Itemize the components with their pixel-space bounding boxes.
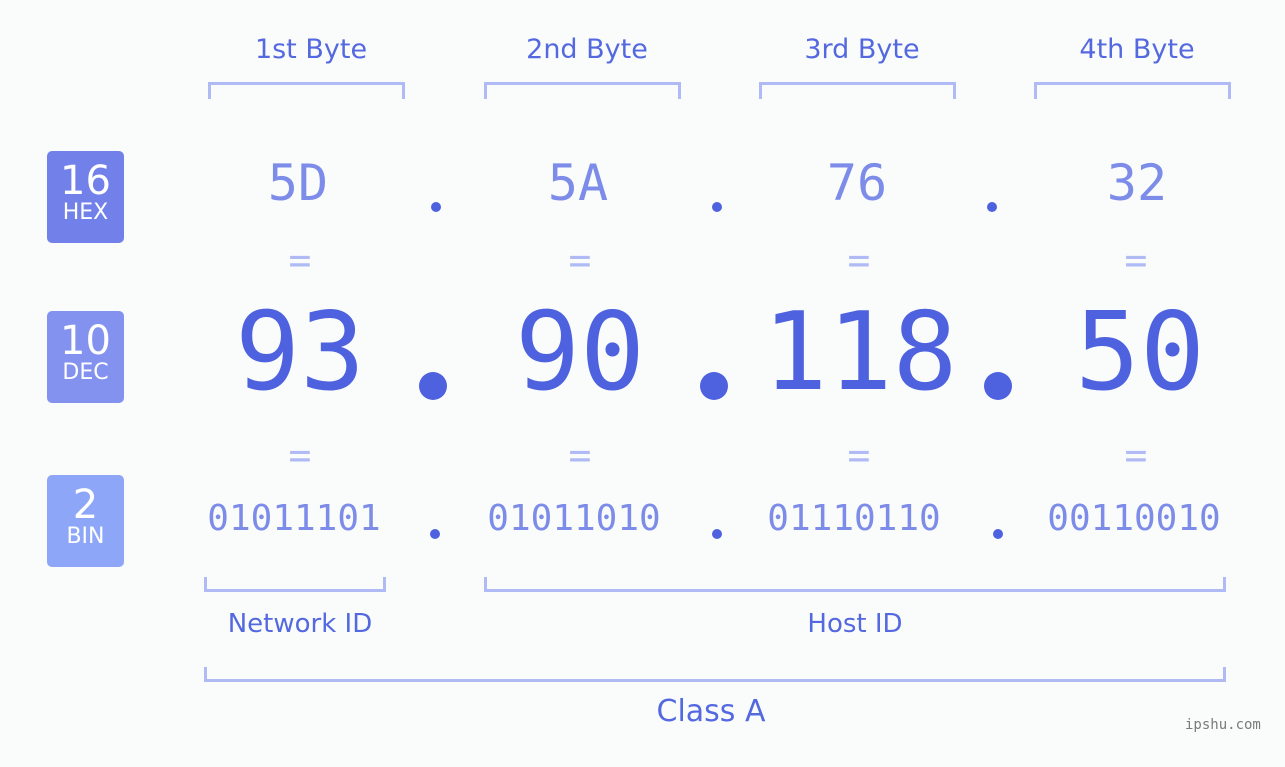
hex-badge: 16 HEX	[47, 151, 124, 243]
dec-separator-dot	[700, 372, 728, 400]
hex-byte-1: 5D	[267, 154, 329, 212]
dec-badge-number: 10	[60, 318, 111, 364]
equals-sign: =	[847, 433, 871, 477]
bin-byte-2: 01011010	[487, 498, 661, 539]
hex-byte-4: 32	[1106, 154, 1168, 212]
dec-separator-dot	[984, 372, 1012, 400]
network-id-bracket	[204, 577, 386, 592]
byte-header-2: 2nd Byte	[526, 34, 648, 65]
dec-byte-4: 50	[1074, 290, 1206, 415]
dec-badge: 10 DEC	[47, 311, 124, 403]
class-bracket	[204, 667, 1226, 682]
host-id-label: Host ID	[807, 609, 903, 639]
hex-separator-dot	[987, 202, 997, 212]
dec-byte-2: 90	[514, 290, 646, 415]
equals-sign: =	[568, 238, 592, 282]
equals-sign: =	[568, 433, 592, 477]
network-id-label: Network ID	[227, 609, 373, 639]
hex-byte-3: 76	[826, 154, 888, 212]
dec-byte-1: 93	[234, 290, 366, 415]
host-id-bracket	[484, 577, 1226, 592]
hex-badge-number: 16	[60, 158, 111, 204]
equals-sign: =	[288, 238, 312, 282]
class-label: Class A	[656, 694, 766, 729]
hex-separator-dot	[712, 202, 722, 212]
byte-bracket-3	[759, 82, 956, 99]
hex-badge-label: HEX	[62, 200, 109, 225]
byte-header-3: 3rd Byte	[804, 34, 920, 65]
equals-sign: =	[1124, 433, 1148, 477]
equals-sign: =	[847, 238, 871, 282]
byte-header-1: 1st Byte	[254, 34, 368, 65]
dec-separator-dot	[419, 372, 447, 400]
byte-header-4: 4th Byte	[1079, 34, 1195, 65]
hex-separator-dot	[431, 202, 441, 212]
bin-byte-1: 01011101	[207, 498, 381, 539]
bin-badge-number: 2	[72, 482, 99, 528]
bin-byte-4: 00110010	[1047, 498, 1221, 539]
byte-bracket-4	[1034, 82, 1231, 99]
bin-separator-dot	[712, 529, 722, 539]
dec-badge-label: DEC	[62, 360, 109, 385]
bin-badge: 2 BIN	[47, 475, 124, 567]
byte-bracket-2	[484, 82, 681, 99]
equals-sign: =	[1124, 238, 1148, 282]
bin-byte-3: 01110110	[767, 498, 941, 539]
bin-badge-label: BIN	[66, 524, 105, 549]
bin-separator-dot	[430, 529, 440, 539]
hex-byte-2: 5A	[547, 154, 609, 212]
byte-bracket-1	[208, 82, 405, 99]
bin-separator-dot	[993, 529, 1003, 539]
equals-sign: =	[288, 433, 312, 477]
dec-byte-3: 118	[762, 290, 958, 415]
watermark: ipshu.com	[1185, 717, 1261, 733]
